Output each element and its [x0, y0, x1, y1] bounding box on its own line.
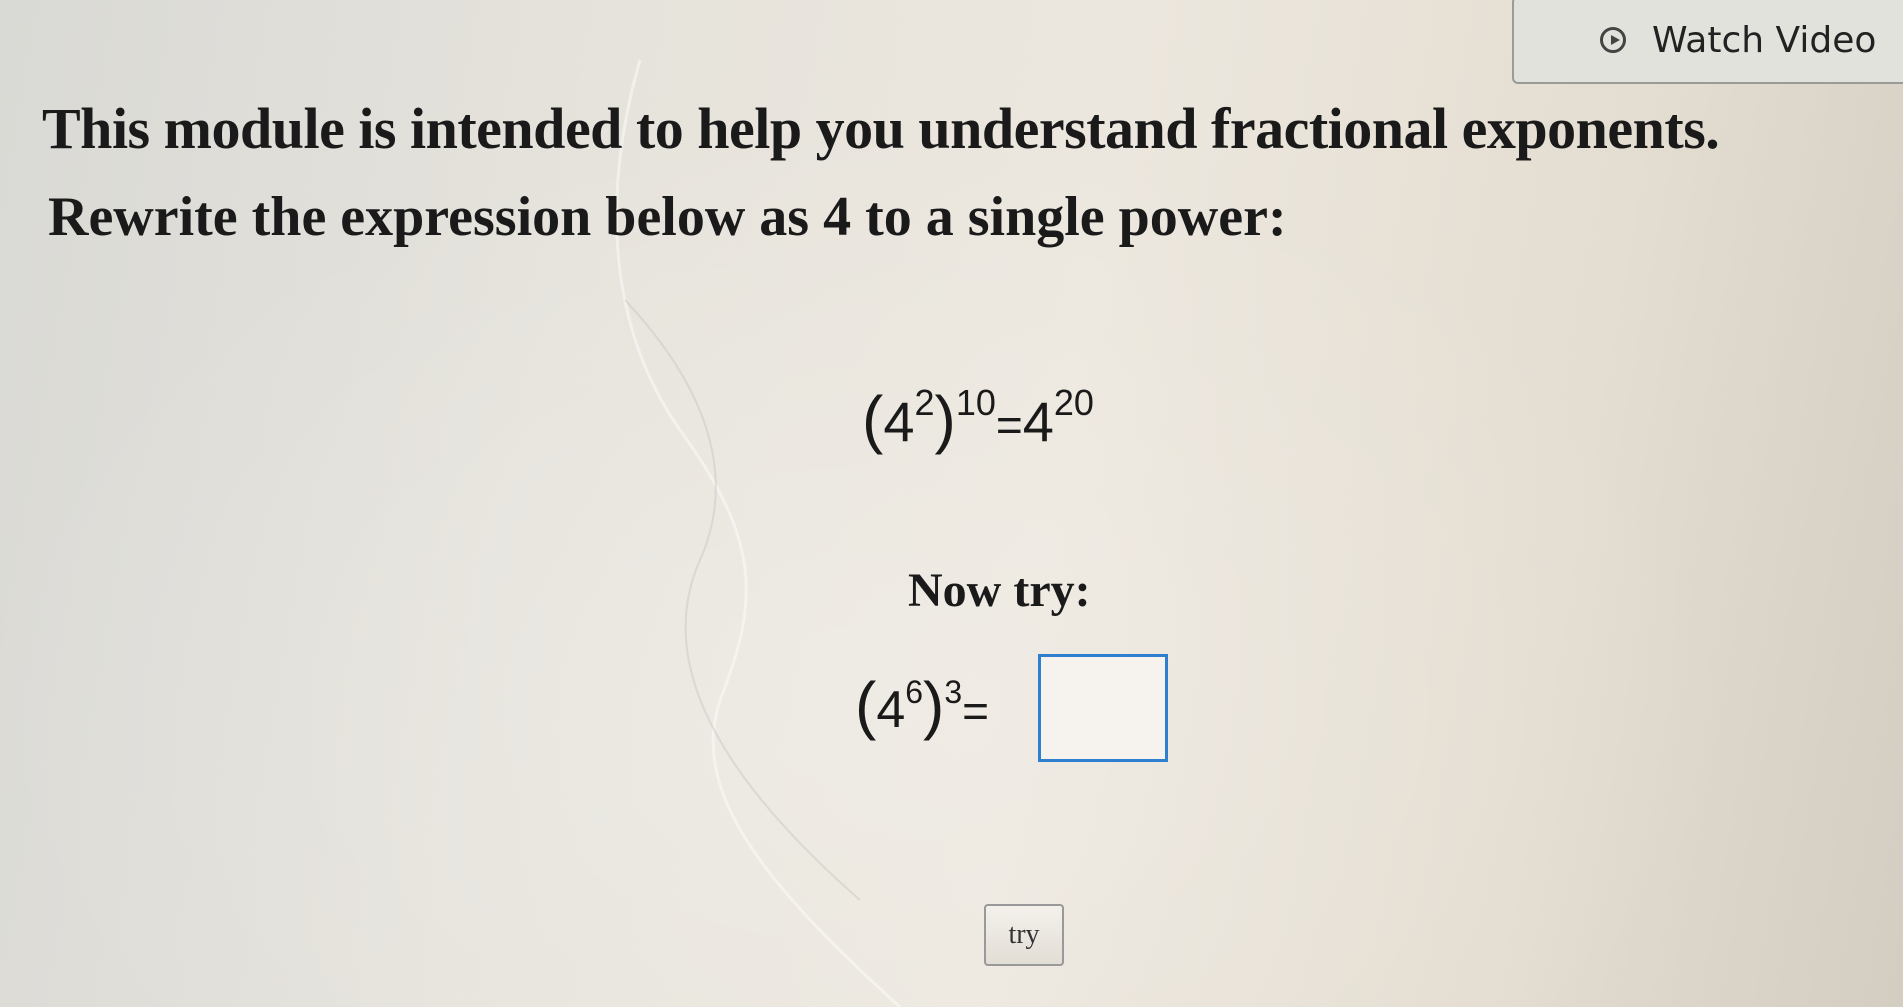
practice-outer-exponent: 3 — [944, 673, 963, 710]
equals-sign: = — [995, 399, 1023, 451]
example-base: 4 — [883, 390, 915, 453]
answer-input[interactable] — [1038, 654, 1168, 762]
watch-video-label: Watch Video — [1652, 19, 1877, 61]
module-intro-text: This module is intended to help you unde… — [42, 96, 1720, 161]
equals-sign: = — [962, 685, 990, 737]
instruction-text: Rewrite the expression below as 4 to a s… — [48, 186, 1287, 248]
play-circle-icon — [1600, 27, 1626, 53]
example-result-base: 4 — [1022, 390, 1054, 453]
now-try-heading: Now try: — [908, 564, 1091, 617]
practice-inner-exponent: 6 — [905, 673, 924, 710]
example-inner-exponent: 2 — [914, 382, 935, 424]
example-equation: (42)10=420 — [862, 382, 1094, 456]
open-paren: ( — [862, 383, 884, 455]
practice-equation: (46)3= — [855, 668, 989, 742]
close-paren: ) — [934, 383, 956, 455]
try-button[interactable]: try — [984, 904, 1064, 966]
practice-base: 4 — [876, 681, 906, 739]
example-outer-exponent: 10 — [955, 382, 996, 424]
watch-video-button[interactable]: Watch Video — [1512, 0, 1903, 84]
example-result-exponent: 20 — [1053, 382, 1094, 424]
open-paren: ( — [855, 669, 877, 741]
close-paren: ) — [923, 669, 945, 741]
